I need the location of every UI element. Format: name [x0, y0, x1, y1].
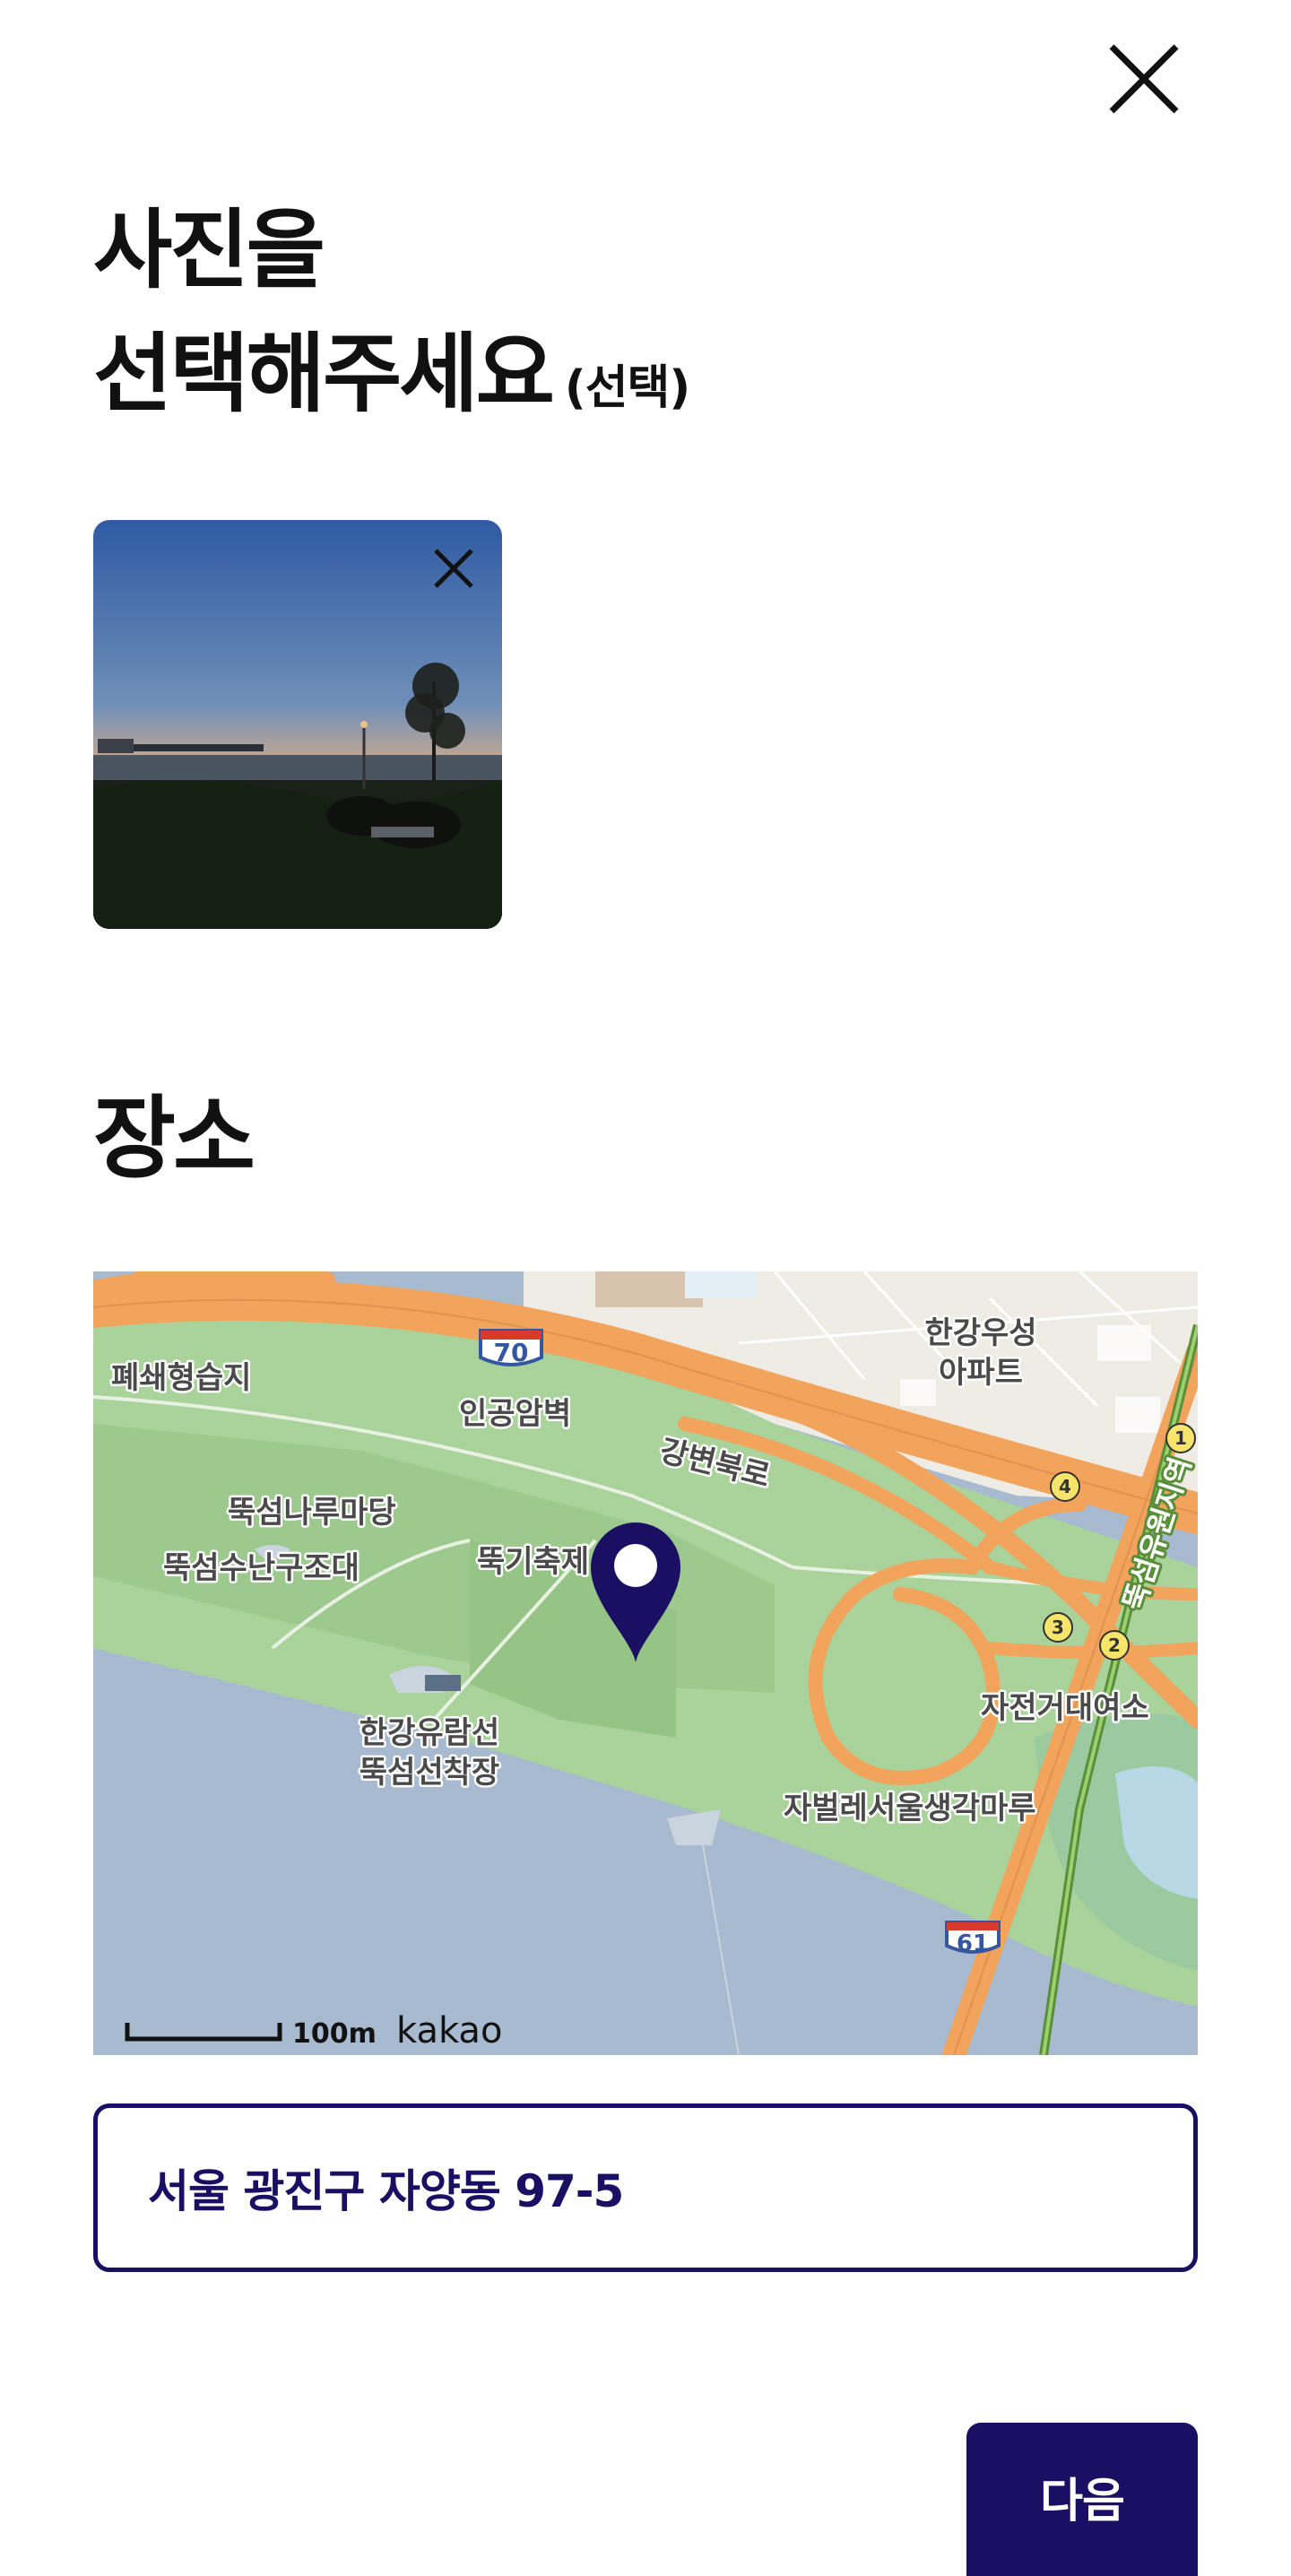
map-canvas: 70 61 1 2 3 4 폐쇄형습지 인공암벽 강변북로 한강우성 아파트 뚝…	[93, 1271, 1198, 2055]
kakao-logo: kakao	[396, 2010, 502, 2051]
place-section-title: 장소	[93, 1086, 256, 1191]
close-icon	[1109, 44, 1179, 114]
location-map[interactable]: 70 61 1 2 3 4 폐쇄형습지 인공암벽 강변북로 한강우성 아파트 뚝…	[93, 1271, 1198, 2055]
next-button[interactable]: 다음	[966, 2423, 1198, 2576]
map-label-jabeolle: 자벌레서울생각마루	[784, 1791, 1036, 1826]
map-label-naru: 뚝섬나루마당	[228, 1495, 396, 1531]
photo-thumbnail[interactable]	[93, 520, 502, 929]
exit-1-label: 1	[1174, 1427, 1187, 1449]
map-label-rescue: 뚝섬수난구조대	[163, 1550, 360, 1586]
map-label-wetland: 폐쇄형습지	[111, 1360, 251, 1396]
map-label-festival: 뚝기축제	[477, 1544, 589, 1580]
map-scale-label: 100m	[292, 2018, 377, 2050]
photo-section-title: 사진을 선택해주세요 (선택)	[93, 188, 690, 450]
map-label-ferry-2: 뚝섬선착장	[360, 1755, 499, 1791]
exit-3-label: 3	[1052, 1617, 1064, 1638]
optional-label: (선택)	[564, 361, 690, 415]
map-label-climbing: 인공암벽	[459, 1396, 571, 1432]
title-line-2-text: 선택해주세요	[93, 324, 555, 424]
address-field[interactable]: 서울 광진구 자양동 97-5	[93, 2103, 1198, 2272]
map-label-ferry-1: 한강유람선	[360, 1715, 499, 1751]
photo-remove-button[interactable]	[425, 540, 482, 597]
close-button[interactable]	[1101, 36, 1187, 122]
route-61-label: 61	[957, 1930, 989, 1957]
map-label-apartment-1: 한강우성	[924, 1315, 1036, 1351]
exit-4-label: 4	[1059, 1476, 1071, 1497]
map-label-apartment-2: 아파트	[939, 1355, 1023, 1391]
map-label-bike: 자전거대여소	[981, 1690, 1149, 1726]
close-icon	[434, 549, 473, 588]
address-text: 서울 광진구 자양동 97-5	[148, 2165, 624, 2217]
route-70-shield: 70	[479, 1329, 543, 1367]
title-line-1: 사진을	[93, 200, 325, 300]
exit-2-label: 2	[1108, 1635, 1121, 1656]
photo-place-form: 사진을 선택해주세요 (선택) 장소 70 61 1 2 3 4 폐쇄형습지 인…	[0, 0, 1291, 2576]
title-line-2: 선택해주세요 (선택)	[93, 312, 690, 450]
route-70-label: 70	[494, 1338, 529, 1367]
